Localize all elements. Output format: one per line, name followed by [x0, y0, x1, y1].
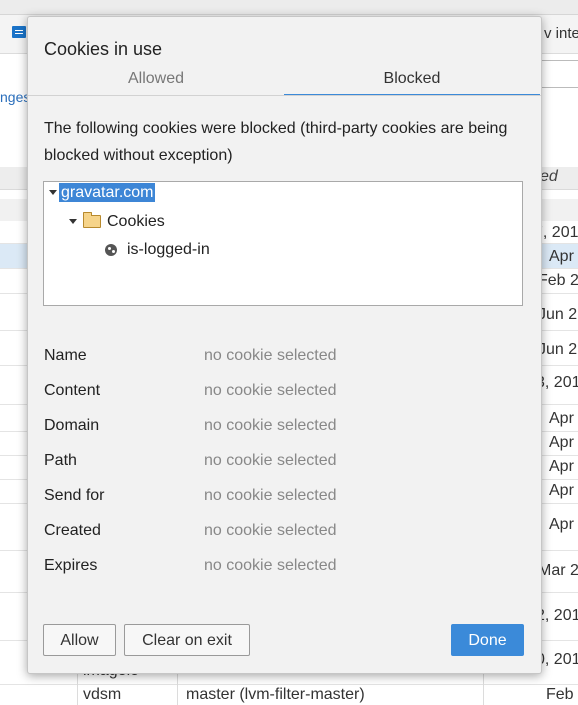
project-cell[interactable]: vdsm: [83, 686, 121, 704]
detail-value: no cookie selected: [204, 417, 337, 434]
cookie-icon: [105, 243, 117, 256]
cookie-label: is-logged-in: [127, 241, 210, 258]
date-cell: 0, 201: [536, 651, 578, 668]
domain-label: gravatar.com: [59, 183, 156, 202]
detail-label: Content: [44, 382, 101, 399]
detail-label: Domain: [44, 417, 100, 434]
date-cell: 3, 201: [536, 374, 578, 391]
tab-divider: [28, 95, 541, 96]
tree-node-cookie[interactable]: is-logged-in: [105, 241, 210, 265]
expand-arrow-icon[interactable]: [49, 190, 57, 196]
date-cell: 2, 201: [536, 607, 578, 624]
list-icon[interactable]: [12, 26, 26, 38]
date-cell: Apr: [549, 482, 574, 499]
detail-label: Created: [44, 522, 101, 539]
detail-value: no cookie selected: [204, 347, 337, 364]
branch-cell[interactable]: master (lvm-filter-master): [186, 686, 365, 704]
detail-value: no cookie selected: [204, 452, 337, 469]
column-header-updated[interactable]: ed: [540, 168, 558, 186]
date-cell: Feb 2: [538, 272, 578, 289]
tree-node-cookies-folder[interactable]: Cookies: [69, 212, 165, 237]
detail-label: Path: [44, 452, 77, 469]
detail-value: no cookie selected: [204, 487, 337, 504]
detail-label: Name: [44, 347, 87, 364]
tree-node-domain[interactable]: gravatar.com: [49, 183, 156, 208]
date-cell: Apr: [549, 410, 574, 427]
date-cell: Jun 2: [538, 306, 578, 323]
date-cell: Apr: [549, 458, 574, 475]
expand-arrow-icon[interactable]: [69, 219, 77, 225]
done-button[interactable]: Done: [451, 624, 524, 656]
date-cell: Apr: [549, 434, 574, 451]
cookie-tree[interactable]: gravatar.com Cookies is-logged-in: [43, 181, 523, 306]
detail-label: Expires: [44, 557, 98, 574]
date-cell: Mar 2: [538, 562, 578, 579]
detail-value: no cookie selected: [204, 522, 337, 539]
detail-value: no cookie selected: [204, 382, 337, 399]
date-cell: Jun 2: [538, 341, 578, 358]
detail-value: no cookie selected: [204, 557, 337, 574]
tab-allowed[interactable]: Allowed: [28, 70, 284, 94]
folder-icon: [83, 212, 101, 229]
folder-label: Cookies: [107, 213, 165, 230]
search-input[interactable]: [536, 60, 578, 88]
date-cell: Apr: [549, 516, 574, 533]
browser-top-bar: [0, 0, 578, 15]
date-cell: Apr: [549, 248, 574, 265]
dialog-title: Cookies in use: [44, 39, 163, 59]
header-text: v inte: [544, 25, 578, 42]
row-divider: [0, 684, 578, 685]
clear-on-exit-button[interactable]: Clear on exit: [124, 624, 250, 656]
cookies-dialog: Cookies in use Allowed Blocked The follo…: [27, 16, 542, 674]
date-cell: Feb: [546, 686, 574, 703]
allow-button[interactable]: Allow: [43, 624, 116, 656]
blocked-description: The following cookies were blocked (thir…: [44, 120, 508, 164]
changes-link[interactable]: nges: [0, 89, 30, 105]
tab-blocked[interactable]: Blocked: [284, 70, 540, 96]
detail-label: Send for: [44, 487, 105, 504]
